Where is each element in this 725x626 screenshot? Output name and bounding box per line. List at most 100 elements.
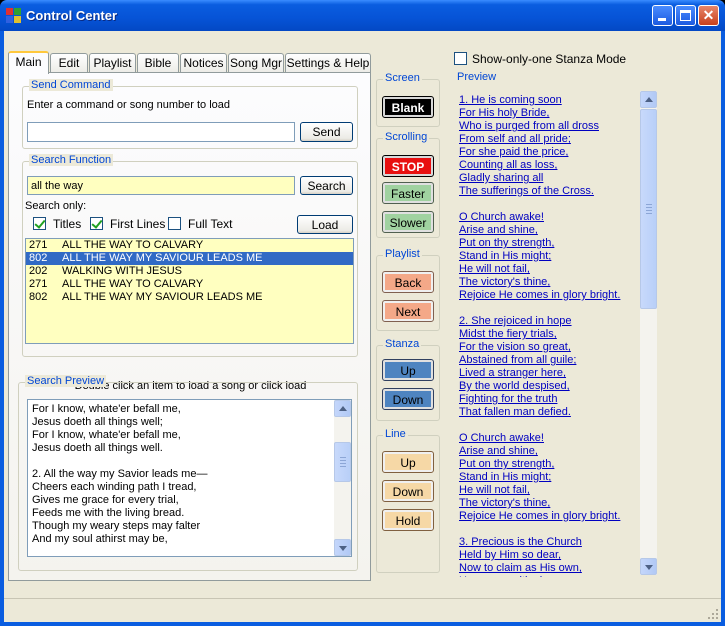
list-item[interactable]: 802 ALL THE WAY MY SAVIOUR LEADS ME — [26, 252, 353, 265]
window-title: Control Center — [26, 8, 117, 23]
preview-lyric-line[interactable]: Held by Him so dear, — [459, 549, 639, 562]
preview-text-line: For I know, whate'er befall me, — [32, 403, 181, 415]
close-button[interactable]: ✕ — [698, 5, 719, 26]
preview-lyric-line[interactable]: Stand in His might; — [459, 471, 639, 484]
preview-lyric-line[interactable]: 1. He is coming soon — [459, 94, 639, 107]
preview-lyric-line[interactable]: The sufferings of the Cross. — [459, 185, 639, 198]
minimize-button[interactable] — [652, 5, 673, 26]
stanza-down-button[interactable]: Down — [382, 388, 434, 410]
search-input[interactable] — [27, 176, 295, 195]
preview-lyric-line[interactable]: Midst the fiery trials, — [459, 328, 639, 341]
stanza-mode-label: Show-only-one Stanza Mode — [472, 52, 627, 66]
preview-text-line — [28, 455, 351, 468]
preview-lyric-line[interactable]: For the vision so great, — [459, 341, 639, 354]
preview-scroll-down-arrow[interactable] — [640, 558, 657, 575]
resize-grip-icon[interactable] — [707, 608, 719, 620]
blank-button[interactable]: Blank — [382, 96, 434, 118]
search-preview-scrollbar[interactable] — [334, 400, 351, 556]
preview-lyric-line[interactable]: Rejoice He comes in glory bright. — [459, 510, 639, 523]
hold-button[interactable]: Hold — [382, 509, 434, 531]
preview-lyric-line[interactable]: Fighting for the truth — [459, 393, 639, 406]
preview-lyric-line[interactable]: Gladly sharing all — [459, 172, 639, 185]
preview-lyric-line[interactable]: By the world despised, — [459, 380, 639, 393]
preview-lyric-line[interactable]: Who is purged from all dross — [459, 120, 639, 133]
title-bar[interactable]: Control Center ✕ — [0, 0, 725, 31]
titles-label: Titles — [53, 217, 82, 231]
search-preview-text[interactable]: For I know, whate'er befall me, Jesus doe… — [27, 399, 352, 557]
first-lines-label: First Lines — [110, 217, 166, 231]
preview-lyric-line[interactable]: The victory's thine, — [459, 276, 639, 289]
preview-lyric-line[interactable]: Abstained from all guile; — [459, 354, 639, 367]
slower-button[interactable]: Slower — [382, 211, 434, 233]
preview-lyric-line[interactable]: He will not fail, — [459, 263, 639, 276]
line-up-button[interactable]: Up — [382, 451, 434, 473]
preview-lyric-line[interactable]: O Church awake! — [459, 432, 639, 445]
preview-panel[interactable]: 1. He is coming soon For His holy Bride, W… — [454, 89, 659, 577]
first-lines-checkbox[interactable] — [90, 217, 103, 230]
preview-text-line: Though my weary steps may falter — [32, 520, 201, 532]
preview-lyric-line[interactable]: Put on thy strength, — [459, 237, 639, 250]
preview-lyric-line[interactable]: That fallen man defied. — [459, 406, 639, 419]
preview-lyric-line[interactable]: O Church awake! — [459, 211, 639, 224]
minimize-icon — [658, 18, 666, 21]
preview-lyric-line[interactable]: Counting all as loss, — [459, 159, 639, 172]
preview-lyric-line[interactable]: Arise and shine, — [459, 445, 639, 458]
preview-lyric-line[interactable]: 2. She rejoiced in hope — [459, 315, 639, 328]
load-button[interactable]: Load — [297, 215, 353, 234]
send-button[interactable]: Send — [300, 122, 353, 142]
search-results-list[interactable]: 271 ALL THE WAY TO CALVARY 802 ALL THE WAY… — [25, 238, 354, 344]
list-item[interactable]: 202 WALKING WITH JESUS — [26, 265, 353, 278]
tab-bible[interactable]: Bible — [137, 53, 179, 73]
line-down-button[interactable]: Down — [382, 480, 434, 502]
tab-song-mgr[interactable]: Song Mgr — [228, 53, 284, 73]
list-item[interactable]: 271 ALL THE WAY TO CALVARY — [26, 239, 353, 252]
tab-notices[interactable]: Notices — [180, 53, 227, 73]
preview-lyric-line[interactable]: For His holy Bride, — [459, 107, 639, 120]
full-text-checkbox[interactable] — [168, 217, 181, 230]
titles-checkbox[interactable] — [33, 217, 46, 230]
window-frame-right — [721, 31, 725, 626]
preview-lyric-line[interactable]: Rejoice He comes in glory bright. — [459, 289, 639, 302]
preview-text-line: Feeds me with the living bread. — [32, 507, 185, 519]
preview-lyric-line[interactable]: Stand in His might; — [459, 250, 639, 263]
preview-lyric-line[interactable]: From self and all pride; — [459, 133, 639, 146]
preview-scroll-up-arrow[interactable] — [640, 91, 657, 108]
playlist-next-button[interactable]: Next — [382, 300, 434, 322]
scroll-up-arrow[interactable] — [334, 400, 351, 417]
preview-lyric-line[interactable]: Lived a stranger here, — [459, 367, 639, 380]
main-tab-panel: Send Command Enter a command or song num… — [8, 72, 371, 581]
preview-lyric-line[interactable]: For she paid the price, — [459, 146, 639, 159]
preview-text-line: And my soul athirst may be, — [32, 533, 168, 545]
scroll-thumb[interactable] — [334, 442, 351, 482]
preview-text-line: Gives me grace for every trial, — [32, 494, 179, 506]
preview-lyric-line[interactable]: Now to claim as His own, — [459, 562, 639, 575]
tab-edit[interactable]: Edit — [50, 53, 88, 73]
tab-playlist[interactable]: Playlist — [89, 53, 136, 73]
playlist-back-button[interactable]: Back — [382, 271, 434, 293]
stop-button[interactable]: STOP — [382, 155, 434, 177]
preview-lyric-line[interactable]: He comes with cheer — [459, 575, 639, 577]
preview-scrollbar[interactable] — [640, 91, 657, 575]
faster-button[interactable]: Faster — [382, 182, 434, 204]
send-command-instruction: Enter a command or song number to load — [27, 99, 231, 111]
search-only-label: Search only: — [25, 200, 87, 212]
preview-lyric-line[interactable]: 3. Precious is the Church — [459, 536, 639, 549]
tab-main[interactable]: Main — [8, 51, 49, 74]
search-button[interactable]: Search — [300, 176, 353, 195]
list-item[interactable]: 271 ALL THE WAY TO CALVARY — [26, 278, 353, 291]
maximize-button[interactable] — [675, 5, 696, 26]
tab-settings-help[interactable]: Settings & Help — [285, 53, 371, 73]
list-item[interactable]: 802 ALL THE WAY MY SAVIOUR LEADS ME — [26, 291, 353, 304]
preview-scroll-thumb[interactable] — [640, 109, 657, 309]
preview-lyric-line[interactable]: Put on thy strength, — [459, 458, 639, 471]
client-area: Main Edit Playlist Bible Notices Song Mg… — [4, 31, 721, 622]
preview-lyric-line[interactable]: The victory's thine, — [459, 497, 639, 510]
preview-lyric-line[interactable]: He will not fail, — [459, 484, 639, 497]
scroll-down-arrow[interactable] — [334, 539, 351, 556]
app-window: Control Center ✕ Main Edit Playlist Bibl… — [0, 0, 725, 626]
window-frame-bottom — [0, 622, 725, 626]
stanza-mode-checkbox[interactable] — [454, 52, 467, 65]
preview-lyric-line[interactable]: Arise and shine, — [459, 224, 639, 237]
stanza-up-button[interactable]: Up — [382, 359, 434, 381]
command-input[interactable] — [27, 122, 295, 142]
